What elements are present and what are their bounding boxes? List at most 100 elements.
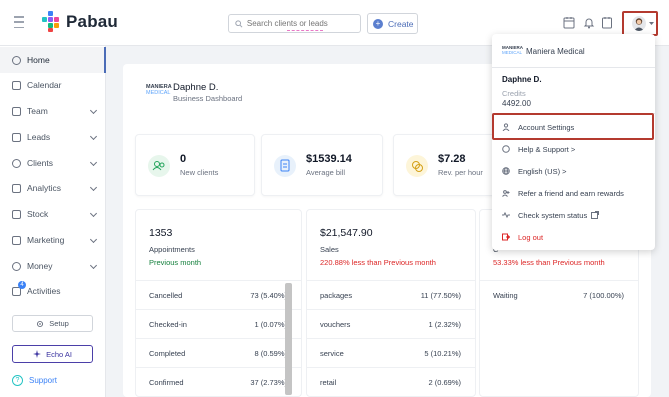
table-row: retail 2 (0.69%) (307, 367, 475, 396)
chevron-right-icon: > (562, 166, 567, 176)
sidebar-item-label: Money (27, 261, 53, 271)
stock-icon (12, 209, 21, 219)
help-support-item[interactable]: Help & Support > (492, 138, 655, 160)
menu-item-label: English (US) (518, 166, 561, 176)
card-value: 1353 (149, 227, 173, 239)
sales-card[interactable]: $21,547.90 Sales 220.88% less than Previ… (306, 209, 476, 397)
clinic-logo: MANIERA MEDICAL (146, 84, 172, 96)
menu-item-label: Help & Support (518, 144, 569, 154)
logout-icon (502, 233, 510, 241)
support-label: Support (29, 376, 58, 385)
table-row: packages 11 (77.50%) (307, 280, 475, 309)
home-icon (12, 55, 21, 65)
avatar (632, 16, 646, 31)
refer-friend-item[interactable]: Refer a friend and earn rewards (492, 182, 655, 204)
chevron-down-icon (89, 106, 98, 115)
chevron-down-icon (89, 261, 98, 270)
card-value: $21,547.90 (320, 227, 373, 239)
calendar-icon (12, 80, 21, 90)
app-name: Pabau (66, 12, 119, 31)
table-row: vouchers 1 (2.32%) (307, 309, 475, 338)
gift-icon (502, 190, 510, 197)
bell-icon[interactable] (583, 16, 595, 29)
external-link-icon (591, 211, 600, 219)
menu-icon[interactable] (14, 16, 24, 28)
table-row: Checked-in 1 (0.07%) (136, 309, 301, 338)
clinic-name: Maniera Medical (526, 46, 585, 56)
stat-label: New clients (180, 168, 219, 177)
search-input[interactable] (246, 19, 360, 28)
tasks-icon[interactable] (601, 16, 613, 29)
stat-card-average-bill[interactable]: $1539.14 Average bill (261, 134, 383, 196)
chevron-right-icon: > (570, 144, 576, 154)
user-menu-button[interactable] (622, 11, 658, 36)
support-link[interactable]: ? Support (12, 375, 57, 386)
sidebar-item-leads[interactable]: Leads (0, 124, 106, 150)
table-row: Completed 8 (0.59%) (136, 338, 301, 367)
sidebar-item-clients[interactable]: Clients (0, 150, 106, 176)
sidebar-item-money[interactable]: Money (0, 253, 106, 279)
card-comparison: Previous month (149, 258, 202, 267)
logout-item[interactable]: Log out (492, 226, 655, 248)
team-icon (12, 106, 21, 116)
analytics-icon (12, 183, 21, 193)
menu-item-label: Log out (518, 232, 544, 242)
marketing-icon (12, 235, 21, 245)
user-dropdown-menu: MANIERA MEDICAL Maniera Medical Daphne D.… (492, 34, 655, 250)
card-comparison: 220.88% less than Previous month (320, 258, 436, 267)
coins-icon (406, 155, 428, 177)
chevron-down-icon (89, 209, 98, 218)
caret-down-icon (649, 22, 654, 25)
create-label: Create (388, 18, 414, 29)
help-icon (502, 145, 510, 153)
system-status-item[interactable]: Check system status (492, 204, 655, 226)
sidebar-item-label: Team (27, 106, 48, 116)
menu-item-label: Check system status (518, 210, 588, 220)
stat-value: 0 (180, 153, 187, 165)
table-row: Waiting 7 (100.00%) (480, 280, 638, 309)
card-comparison: 53.33% less than Previous month (493, 258, 605, 267)
setup-button[interactable]: Setup (12, 315, 93, 332)
sidebar: Home Calendar Team Leads Clients Analyti… (0, 46, 106, 397)
chevron-down-icon (89, 158, 98, 167)
pabau-logo-icon (40, 11, 62, 33)
calendar-icon[interactable] (563, 16, 575, 29)
language-item[interactable]: English (US) > (492, 160, 655, 182)
sidebar-item-label: Clients (27, 158, 53, 168)
sidebar-item-label: Activities (27, 286, 61, 296)
scrollbar[interactable] (285, 283, 292, 395)
create-button[interactable]: + Create (367, 13, 418, 34)
stat-card-new-clients[interactable]: 0 New clients (135, 134, 255, 196)
sidebar-item-analytics[interactable]: Analytics (0, 175, 106, 201)
plus-icon: + (373, 18, 383, 29)
sparkle-icon (33, 350, 42, 358)
users-icon (148, 155, 170, 177)
sidebar-item-activities[interactable]: 4 Activities (0, 278, 106, 304)
search-icon (235, 19, 243, 27)
sidebar-item-team[interactable]: Team (0, 98, 106, 124)
sidebar-item-stock[interactable]: Stock (0, 201, 106, 227)
table-row: Cancelled 73 (5.40%) (136, 280, 301, 309)
sidebar-item-home[interactable]: Home (0, 47, 106, 73)
chevron-down-icon (89, 132, 98, 141)
clients-icon (12, 158, 21, 168)
sidebar-item-calendar[interactable]: Calendar (0, 72, 106, 98)
sidebar-item-label: Analytics (27, 183, 62, 193)
chevron-down-icon (89, 235, 98, 244)
chevron-down-icon (89, 183, 98, 192)
echo-ai-button[interactable]: Echo AI (12, 345, 93, 363)
dashboard-title: Business Dashboard (173, 94, 243, 103)
stat-value: $1539.14 (306, 153, 352, 165)
sidebar-item-marketing[interactable]: Marketing (0, 227, 106, 253)
dropdown-clinic[interactable]: MANIERA MEDICAL Maniera Medical (502, 45, 585, 57)
sidebar-item-label: Stock (27, 209, 49, 219)
card-label: Sales (320, 245, 339, 254)
card-label: Appointments (149, 245, 195, 254)
status-icon (502, 211, 510, 219)
table-row: service 5 (10.21%) (307, 338, 475, 367)
app-logo[interactable]: Pabau (40, 11, 118, 33)
credits-value: 4492.00 (502, 99, 531, 108)
appointments-card[interactable]: 1353 Appointments Previous month Cancell… (135, 209, 302, 397)
sidebar-item-label: Marketing (27, 235, 65, 245)
bill-icon (274, 155, 296, 177)
